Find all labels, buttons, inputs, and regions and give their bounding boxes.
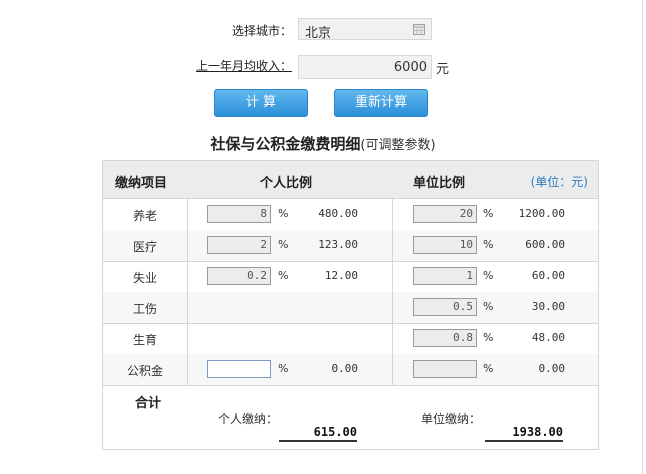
- header-personal: 个人比例: [260, 176, 313, 191]
- row-name: 失业: [132, 271, 157, 285]
- personal-amount: 0.00: [331, 362, 359, 375]
- company-amount: 0.00: [538, 362, 566, 375]
- percent-sign: %: [483, 238, 494, 251]
- company-rate-input[interactable]: [413, 360, 477, 378]
- income-input[interactable]: 6000: [298, 55, 432, 79]
- calendar-icon[interactable]: [413, 23, 425, 35]
- percent-sign: %: [483, 207, 494, 220]
- percent-sign: %: [483, 331, 494, 344]
- unit-note: (单位：元): [530, 175, 588, 189]
- table-row: 失业 0.2 % 12.00 1 % 60.00: [103, 261, 598, 293]
- row-name: 工伤: [132, 302, 157, 316]
- personal-amount: 123.00: [318, 238, 358, 251]
- table-title-line: 社保与公积金缴费明细(可调整参数): [0, 133, 646, 154]
- percent-sign: %: [278, 207, 289, 220]
- income-label: 上一年月均收入：: [195, 59, 292, 73]
- company-amount: 60.00: [531, 269, 565, 282]
- percent-sign: %: [278, 362, 289, 375]
- percent-sign: %: [278, 238, 289, 251]
- personal-rate-input[interactable]: 2: [207, 236, 271, 254]
- company-amount: 1200.00: [518, 207, 565, 220]
- table-row: 工伤 0.5 % 30.00: [103, 292, 598, 324]
- city-label: 选择城市：: [231, 24, 292, 38]
- income-unit: 元: [436, 62, 450, 77]
- table-row: 医疗 2 % 123.00 10 % 600.00: [103, 230, 598, 262]
- personal-total-value: 615.00: [279, 425, 357, 442]
- percent-sign: %: [483, 300, 494, 313]
- company-total-label: 单位缴纳：: [421, 412, 482, 426]
- company-rate-input[interactable]: 0.5: [413, 298, 477, 316]
- percent-sign: %: [483, 362, 494, 375]
- income-value: 6000: [393, 60, 427, 75]
- personal-amount: 12.00: [324, 269, 358, 282]
- percent-sign: %: [483, 269, 494, 282]
- percent-sign: %: [278, 269, 289, 282]
- table-subtitle: (可调整参数): [360, 138, 436, 153]
- personal-rate-input[interactable]: [207, 360, 271, 378]
- company-rate-input[interactable]: 1: [413, 267, 477, 285]
- city-select[interactable]: 北京: [298, 18, 432, 41]
- city-value: 北京: [305, 26, 332, 41]
- recalculate-button[interactable]: 重新计算: [334, 89, 428, 117]
- table-title: 社保与公积金缴费明细: [210, 135, 361, 153]
- table-header: 缴纳项目 个人比例 单位比例 (单位：元): [103, 161, 598, 199]
- row-name: 医疗: [132, 240, 157, 254]
- company-amount: 48.00: [531, 331, 565, 344]
- personal-rate-input[interactable]: 0.2: [207, 267, 271, 285]
- header-item: 缴纳项目: [115, 176, 168, 191]
- table-row: 生育 0.8 % 48.00: [103, 323, 598, 355]
- row-name: 公积金: [126, 364, 163, 378]
- company-amount: 600.00: [525, 238, 565, 251]
- total-label: 合计: [135, 396, 162, 411]
- company-rate-input[interactable]: 20: [413, 205, 477, 223]
- page-right-border: [642, 0, 643, 474]
- personal-rate-input[interactable]: 8: [207, 205, 271, 223]
- table-row: 养老 8 % 480.00 20 % 1200.00: [103, 199, 598, 231]
- personal-total-label: 个人缴纳：: [218, 412, 279, 426]
- contribution-table: 缴纳项目 个人比例 单位比例 (单位：元) 养老 8 % 480.00 20 %…: [102, 160, 599, 450]
- table-row: 公积金 % 0.00 % 0.00: [103, 354, 598, 386]
- company-total-value: 1938.00: [485, 425, 563, 442]
- company-rate-input[interactable]: 0.8: [413, 329, 477, 347]
- row-name: 生育: [132, 333, 157, 347]
- company-amount: 30.00: [531, 300, 565, 313]
- row-name: 养老: [132, 209, 157, 223]
- calculate-button[interactable]: 计 算: [214, 89, 308, 117]
- company-rate-input[interactable]: 10: [413, 236, 477, 254]
- personal-amount: 480.00: [318, 207, 358, 220]
- header-company: 单位比例: [413, 176, 466, 191]
